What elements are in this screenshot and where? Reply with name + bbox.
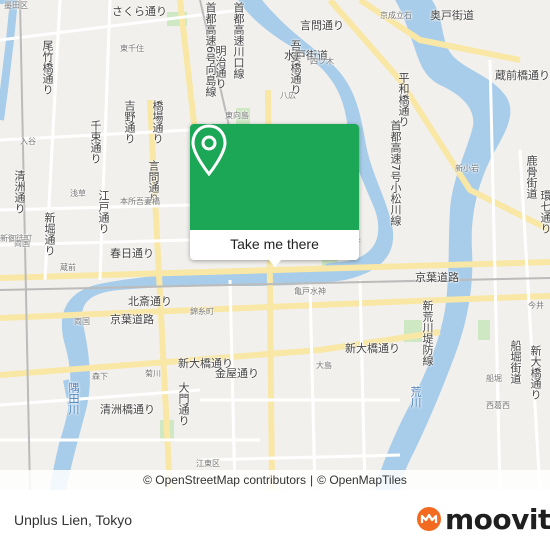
map-label: 京葉道路 [415, 271, 459, 284]
map-label: 大島 [316, 361, 332, 370]
osm-attribution-link[interactable]: © OpenStreetMap contributors [143, 473, 306, 487]
place-title: Unplus Lien, Tokyo [14, 512, 133, 528]
map-label: 新荒川堤防線 [421, 300, 434, 366]
map-label: 西葛西 [486, 401, 510, 410]
map-label: 京成立石 [380, 11, 412, 20]
map-label: 平和橋通り [397, 72, 410, 127]
map-label: 首都高速川口線 [232, 2, 245, 79]
map-label: 亀戸水神 [294, 287, 326, 296]
map-label: 菊川 [145, 369, 161, 378]
map-label: 吉野通り [123, 100, 136, 144]
map-label: 橋場通り [151, 100, 164, 144]
card-pointer [268, 259, 282, 267]
moovit-logo-icon [417, 507, 441, 531]
map-label: 金屋通り [215, 367, 259, 380]
map-label: 墨田区 [4, 1, 28, 10]
map-label: 清洲通り [13, 170, 26, 214]
map-label: 江戸通り [97, 190, 110, 234]
map-label: 四ツ木 [310, 57, 334, 66]
map-label: 首都高速7号小松川線 [389, 120, 402, 226]
map-label: 錦糸町 [190, 307, 214, 316]
map-label: 京葉道路 [110, 313, 154, 326]
omt-attribution-link[interactable]: © OpenMapTiles [317, 473, 407, 487]
map-label: 江東区 [196, 459, 220, 468]
map-label: 明治通り [214, 45, 227, 89]
map-label: 荒川 [409, 386, 422, 408]
map-label: 北斎通り [128, 295, 172, 308]
map-label: 千束通り [89, 120, 102, 164]
map-label: 新小岩 [455, 164, 479, 173]
map-label: 尾竹橋通り [41, 40, 54, 95]
map-label: 両国 [74, 317, 90, 326]
map-label: 船堀街道 [509, 340, 522, 384]
map-canvas[interactable]: さくら通り 首都高速6号向島線 首都高速川口線 墨田区 京成立石 奥戸街道 尾竹橋通り 言問通… [0, 0, 550, 490]
map-label: 大門通り [177, 382, 190, 426]
map-label: 船堀 [486, 374, 502, 383]
map-label: 言問通り [300, 19, 344, 32]
map-label: 新大橋通り [529, 345, 542, 400]
moovit-logo[interactable]: moovit [416, 502, 550, 536]
location-card[interactable]: Take me there [190, 124, 359, 267]
map-attribution: © OpenStreetMap contributors | © OpenMap… [0, 470, 550, 490]
map-label: 春日通り [110, 247, 154, 260]
map-label: 環七通り [539, 190, 550, 234]
map-label: 八広 [280, 91, 296, 100]
take-me-there-button[interactable]: Take me there [190, 236, 359, 252]
map-label: 新堀通り [43, 212, 56, 256]
map-label: 蔵前 [60, 263, 76, 272]
map-label: さくら通り [112, 5, 167, 18]
map-label: 本所吾妻橋 [120, 197, 160, 206]
map-label: 蔵前橋通り [495, 69, 550, 82]
map-label: 新大橋通り [345, 342, 400, 355]
map-label: 鹿骨街道 [525, 155, 538, 199]
map-label: 東千住 [120, 44, 144, 53]
map-pin-icon [191, 124, 227, 176]
attribution-separator: | [310, 473, 314, 487]
map-label: 清洲橋通り [100, 403, 155, 416]
map-label: 両国 [14, 239, 30, 248]
map-label: 入谷 [20, 137, 36, 146]
map-label: 浅草 [70, 189, 86, 198]
moovit-logo-text: moovit [445, 502, 550, 536]
map-label: 森下 [92, 372, 108, 381]
map-label: 隅田川 [67, 382, 80, 415]
map-label: 東向島 [225, 111, 249, 120]
map-label: 奥戸街道 [430, 9, 474, 22]
map-label: 今井 [528, 301, 544, 310]
